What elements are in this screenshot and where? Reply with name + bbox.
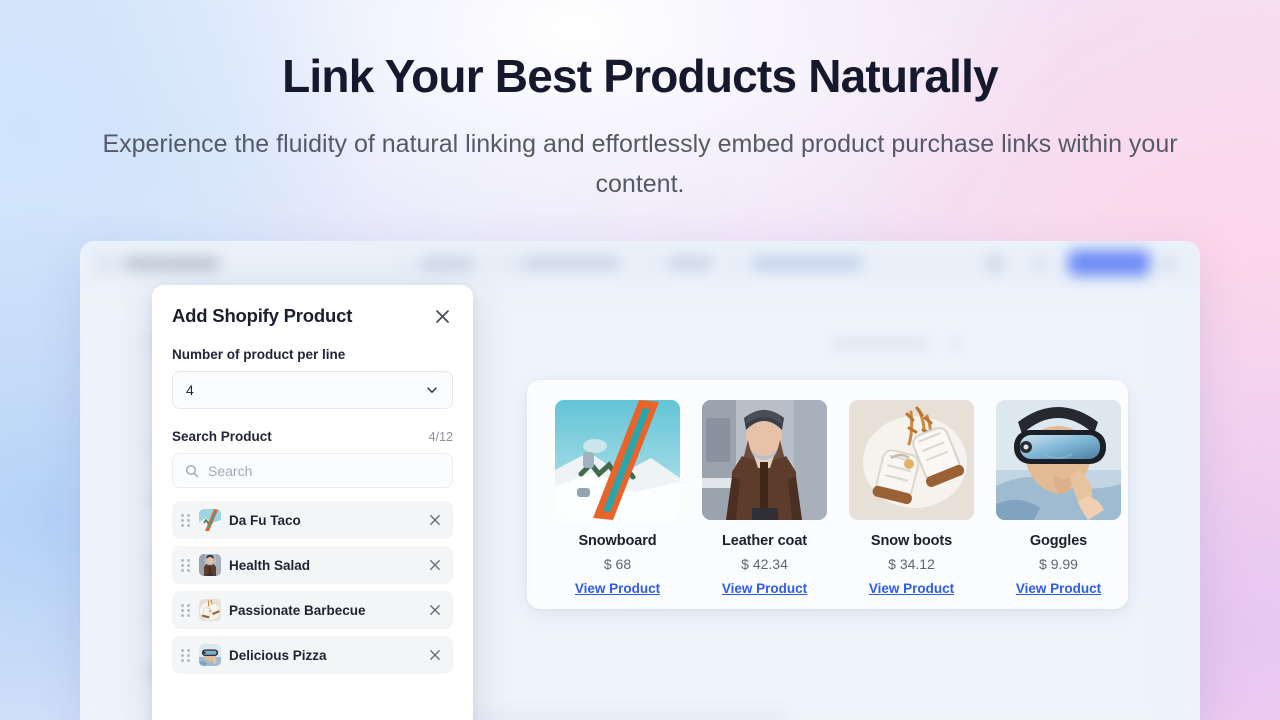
list-item[interactable]: Delicious Pizza bbox=[172, 636, 453, 674]
search-product-label: Search Product bbox=[172, 429, 272, 444]
product-card[interactable]: Goggles $ 9.99 View Product bbox=[996, 400, 1121, 598]
list-item[interactable]: Passionate Barbecue bbox=[172, 591, 453, 629]
modal-title: Add Shopify Product bbox=[172, 305, 353, 326]
leather-coat-thumb bbox=[199, 554, 221, 576]
product-card[interactable]: Snow boots $ 34.12 View Product bbox=[849, 400, 974, 598]
close-icon[interactable] bbox=[431, 305, 453, 327]
breadcrumb-sep-4 bbox=[732, 258, 740, 269]
list-item[interactable]: Da Fu Taco bbox=[172, 501, 453, 539]
snow-boots-photo bbox=[849, 400, 974, 520]
breadcrumb-item-4 bbox=[752, 258, 862, 269]
drag-handle-icon[interactable] bbox=[181, 603, 191, 618]
app-logo-placeholder bbox=[96, 254, 118, 274]
breadcrumb-sep-1 bbox=[400, 258, 410, 269]
per-line-select[interactable]: 4 bbox=[172, 371, 453, 409]
breadcrumb-item-1 bbox=[420, 258, 474, 269]
breadcrumb-item-2 bbox=[522, 258, 620, 269]
list-item-label: Da Fu Taco bbox=[229, 512, 301, 528]
add-shopify-product-modal: Add Shopify Product Number of product pe… bbox=[152, 285, 473, 720]
chevron-down-icon bbox=[425, 383, 439, 397]
app-title-placeholder bbox=[124, 257, 220, 270]
drag-handle-icon[interactable] bbox=[181, 513, 191, 528]
goggles-photo bbox=[996, 400, 1121, 520]
search-icon bbox=[185, 464, 199, 478]
snowboard-thumb bbox=[199, 509, 221, 531]
drag-handle-icon[interactable] bbox=[181, 558, 191, 573]
product-name: Snow boots bbox=[870, 533, 953, 549]
breadcrumb-sep-3 bbox=[648, 258, 656, 269]
product-name: Snowboard bbox=[578, 533, 657, 549]
view-product-link[interactable]: View Product bbox=[1016, 581, 1101, 596]
view-product-link[interactable]: View Product bbox=[869, 581, 954, 596]
search-input[interactable] bbox=[208, 462, 440, 479]
topbar-primary-button bbox=[1068, 250, 1150, 276]
search-product-field[interactable] bbox=[172, 453, 453, 488]
page-subtitle: Experience the fluidity of natural linki… bbox=[102, 129, 1178, 199]
drag-handle-icon[interactable] bbox=[181, 648, 191, 663]
remove-item-icon[interactable] bbox=[429, 604, 441, 616]
list-item-label: Passionate Barbecue bbox=[229, 602, 366, 618]
editor-action-icon bbox=[950, 337, 960, 350]
app-topbar bbox=[80, 241, 1200, 287]
topbar-icon-1 bbox=[986, 256, 1003, 272]
snowboard-photo bbox=[555, 400, 680, 520]
selected-product-list: Da Fu Taco Health Salad Passionate Barbe… bbox=[172, 501, 453, 674]
product-price: $ 9.99 bbox=[1039, 556, 1078, 572]
list-item-label: Delicious Pizza bbox=[229, 647, 327, 663]
goggles-thumb bbox=[199, 644, 221, 666]
product-name: Leather coat bbox=[721, 533, 808, 549]
product-card[interactable]: Leather coat $ 42.34 View Product bbox=[702, 400, 827, 598]
topbar-icon-3 bbox=[1162, 258, 1174, 270]
product-card-panel: Snowboard $ 68 View Product Leather coat… bbox=[527, 380, 1128, 609]
product-card[interactable]: Snowboard $ 68 View Product bbox=[555, 400, 680, 598]
selected-count-badge: 4/12 bbox=[428, 430, 453, 444]
list-item-label: Health Salad bbox=[229, 557, 311, 573]
remove-item-icon[interactable] bbox=[429, 649, 441, 661]
hero-section: Link Your Best Products Naturally Experi… bbox=[0, 0, 1280, 205]
product-price: $ 34.12 bbox=[888, 556, 935, 572]
snow-boots-thumb bbox=[199, 599, 221, 621]
view-product-link[interactable]: View Product bbox=[722, 581, 807, 596]
editor-action-placeholder bbox=[832, 337, 928, 350]
topbar-icon-2 bbox=[1034, 258, 1045, 270]
per-line-label: Number of product per line bbox=[172, 347, 346, 362]
breadcrumb-icon-2 bbox=[504, 257, 516, 270]
product-price: $ 68 bbox=[603, 556, 632, 572]
modal-header: Add Shopify Product bbox=[172, 305, 453, 327]
remove-item-icon[interactable] bbox=[429, 514, 441, 526]
view-product-link[interactable]: View Product bbox=[575, 581, 660, 596]
breadcrumb-item-3 bbox=[668, 258, 712, 269]
page-title: Link Your Best Products Naturally bbox=[282, 50, 999, 102]
breadcrumb-sep-2 bbox=[484, 258, 492, 269]
remove-item-icon[interactable] bbox=[429, 559, 441, 571]
product-name: Goggles bbox=[1029, 533, 1088, 549]
product-price: $ 42.34 bbox=[741, 556, 788, 572]
search-product-header: Search Product 4/12 bbox=[172, 429, 453, 444]
list-item[interactable]: Health Salad bbox=[172, 546, 453, 584]
leather-coat-photo bbox=[702, 400, 827, 520]
per-line-value: 4 bbox=[186, 382, 194, 398]
